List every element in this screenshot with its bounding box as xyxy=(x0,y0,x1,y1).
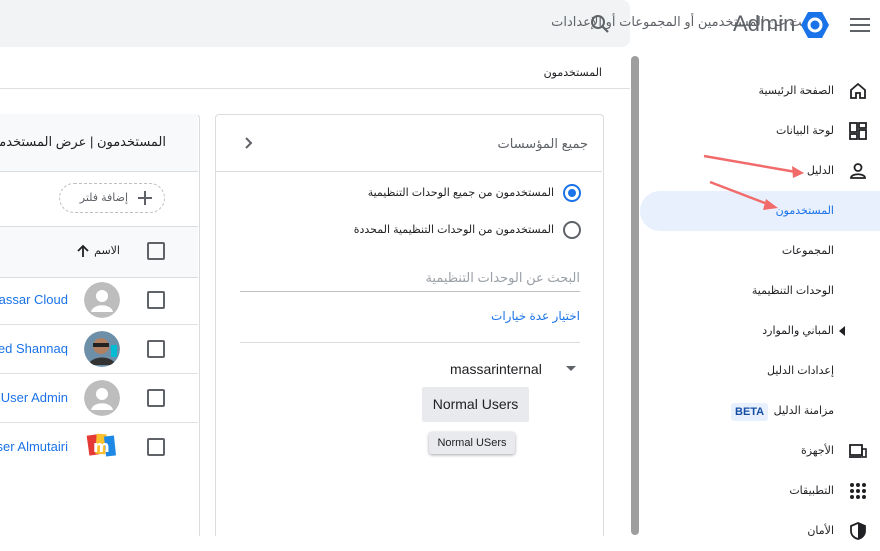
menu-icon[interactable] xyxy=(849,14,871,36)
default-avatar-icon xyxy=(84,380,120,416)
sidebar-item-dashboard[interactable]: لوحة البيانات xyxy=(640,111,880,151)
arrow-up-icon[interactable] xyxy=(76,244,90,258)
sidebar-item-label: الأجهزة xyxy=(800,445,834,457)
radio-selected-label: المستخدمون من الوحدات التنظيمية المحددة xyxy=(353,224,554,236)
org-tree-node[interactable]: Normal Users xyxy=(422,387,529,422)
admin-logo-icon xyxy=(801,12,829,38)
scrollbar[interactable] xyxy=(631,56,639,535)
devices-icon xyxy=(849,444,867,458)
sidebar-item-label: الوحدات التنظيمية xyxy=(751,285,834,297)
tooltip: Normal USers xyxy=(429,432,515,454)
sidebar-item-label: الصفحة الرئيسية xyxy=(758,85,834,97)
sidebar-item-label: الدليل xyxy=(806,165,834,177)
users-panel-title: المستخدمون | عرض المستخدمين xyxy=(0,134,166,149)
svg-text:m: m xyxy=(93,437,110,456)
sidebar-item-security[interactable]: الأمان xyxy=(640,511,880,551)
select-all-checkbox[interactable] xyxy=(147,242,165,260)
plus-icon xyxy=(138,191,152,205)
caret-down-icon[interactable] xyxy=(566,366,576,371)
home-icon xyxy=(850,82,866,99)
caret-left-icon[interactable] xyxy=(838,326,846,336)
sidebar-item-home[interactable]: الصفحة الرئيسية xyxy=(640,71,880,111)
org-tree-root[interactable]: massarinternal xyxy=(450,361,542,377)
row-divider xyxy=(0,422,198,423)
radio-selected-org-units[interactable] xyxy=(563,221,581,239)
divider xyxy=(0,88,630,89)
sidebar-item-label: لوحة البيانات xyxy=(776,125,834,137)
add-filter-label: إضافة فلتر xyxy=(79,192,128,204)
input-underline xyxy=(240,291,580,292)
user-name-link[interactable]: User Admin xyxy=(1,390,68,405)
radio-all-org-units[interactable] xyxy=(563,184,581,202)
user-name-link[interactable]: Massar Cloud xyxy=(0,292,68,307)
radio-all-label: المستخدمون من جميع الوحدات التنظيمية xyxy=(367,187,554,199)
row-checkbox[interactable] xyxy=(147,438,165,456)
search-icon[interactable] xyxy=(588,12,612,36)
chevron-left-icon[interactable] xyxy=(240,134,256,152)
user-photo-avatar xyxy=(84,331,120,367)
sidebar-item-apps[interactable]: التطبيقات xyxy=(640,471,880,511)
apps-grid-icon xyxy=(850,483,866,499)
sidebar-item-label: الأمان xyxy=(807,525,834,537)
sidebar-item-groups[interactable]: المجموعات xyxy=(640,231,880,271)
row-checkbox[interactable] xyxy=(147,389,165,407)
breadcrumb[interactable]: المستخدمون xyxy=(544,66,602,79)
sidebar-item-label: إعدادات الدليل xyxy=(767,365,834,377)
company-logo-avatar: m xyxy=(86,433,117,457)
sidebar-item-label: المباني والموارد xyxy=(762,325,834,337)
org-unit-search-input[interactable]: البحث عن الوحدات التنظيمية xyxy=(425,270,580,286)
dashboard-icon xyxy=(849,122,867,140)
org-unit-panel xyxy=(215,114,604,536)
row-divider xyxy=(0,324,198,325)
annotation-arrows xyxy=(703,154,804,210)
sidebar-item-label: التطبيقات xyxy=(789,485,834,497)
sidebar-item-devices[interactable]: الأجهزة xyxy=(640,431,880,471)
org-panel-title: جميع المؤسسات xyxy=(497,136,589,151)
multi-select-link[interactable]: اختيار عدة خيارات xyxy=(491,309,580,323)
search-bar[interactable] xyxy=(0,0,630,47)
row-divider xyxy=(0,373,198,374)
column-header-name[interactable]: الاسم xyxy=(94,244,120,257)
beta-badge: BETA xyxy=(731,403,769,421)
user-name-link[interactable]: Waleed Shannaq xyxy=(0,341,68,356)
row-checkbox[interactable] xyxy=(147,291,165,309)
divider xyxy=(216,171,602,172)
sidebar-item-org-units[interactable]: الوحدات التنظيمية xyxy=(640,271,880,311)
sidebar-item-label: المجموعات xyxy=(781,245,834,257)
shield-icon xyxy=(850,522,866,540)
person-icon xyxy=(850,163,866,179)
default-avatar-icon xyxy=(84,282,120,318)
brand-name: Admin xyxy=(733,11,796,36)
sidebar-item-buildings[interactable]: المباني والموارد xyxy=(640,311,880,351)
divider xyxy=(240,342,580,343)
user-name-link[interactable]: Yaser Almutairi xyxy=(0,439,68,454)
sidebar-item-label: مزامنة الدليل xyxy=(773,405,834,417)
row-checkbox[interactable] xyxy=(147,340,165,358)
sidebar-item-directory-settings[interactable]: إعدادات الدليل xyxy=(640,351,880,391)
users-panel xyxy=(0,114,200,536)
